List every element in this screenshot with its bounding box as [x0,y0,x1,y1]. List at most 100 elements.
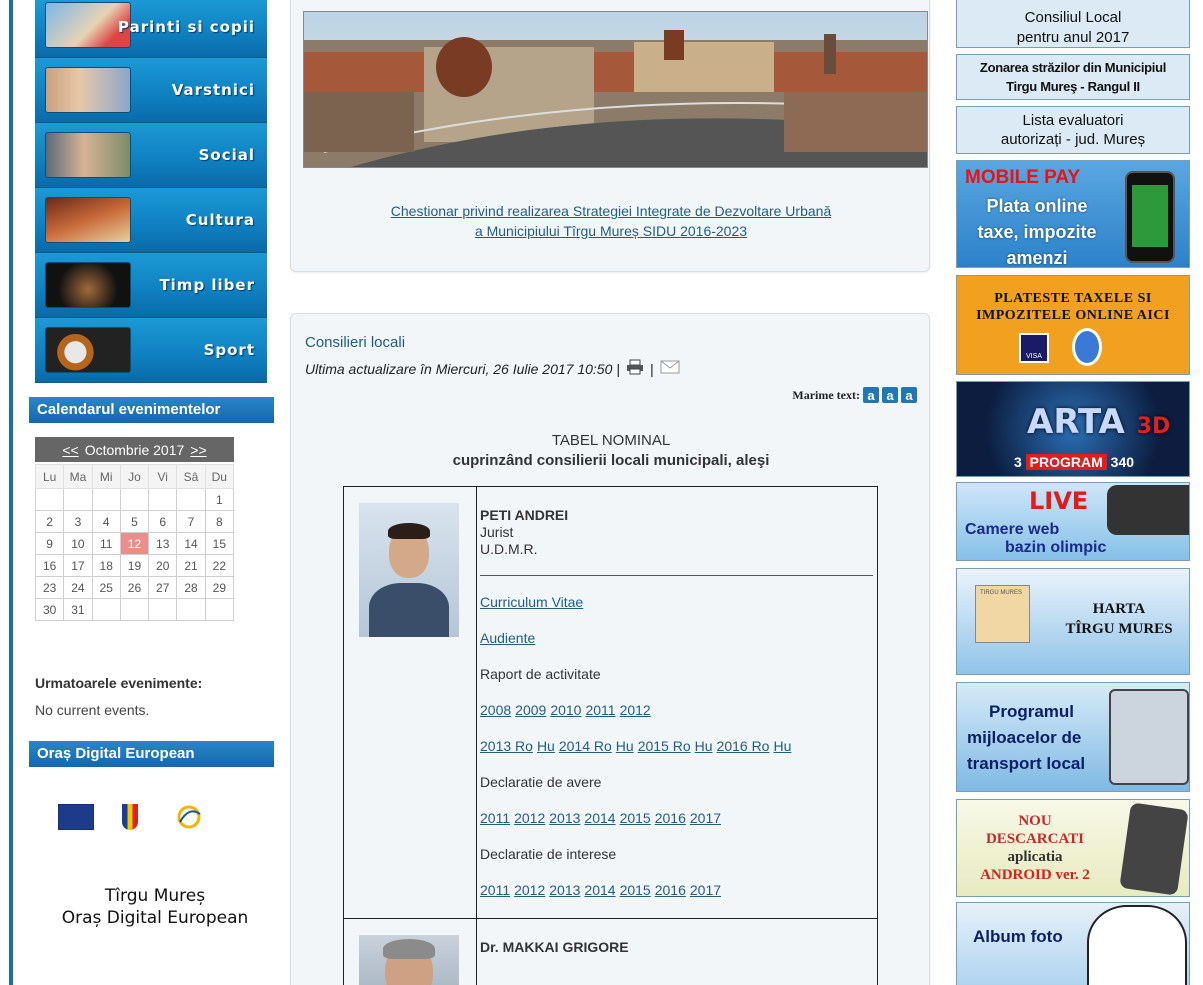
year-link[interactable]: 2014 Ro [559,738,612,754]
year-link[interactable]: 2013 [549,810,580,826]
year-link[interactable]: 2014 [584,882,615,898]
calendar-day-cell[interactable]: 10 [63,532,93,555]
year-link[interactable]: Hu [616,738,634,754]
print-icon[interactable] [626,359,644,378]
banner-harta[interactable]: TIRGU MURES HARTA TÎRGU MURES [956,568,1190,675]
banner-android-app[interactable]: NOU DESCARCATI aplicatia ANDROID ver. 2 [956,799,1190,897]
year-link[interactable]: 2011 [585,702,615,718]
year-link[interactable]: Hu [773,738,791,754]
calendar-day-cell[interactable]: 29 [204,576,235,599]
calendar-day-cell[interactable]: 24 [63,576,93,599]
banner-lista-evaluatori[interactable]: Lista evaluatori autorizați - jud. Mureș [956,106,1190,154]
menu-item-timp-liber[interactable]: Timp liber [35,253,267,318]
calendar-day-cell[interactable]: 14 [176,532,206,555]
menu-item-social[interactable]: Social [35,123,267,188]
calendar-day-cell[interactable]: 13 [148,532,178,555]
cv-link[interactable]: Curriculum Vitae [480,594,583,610]
raport-label: Raport de activitate [480,666,601,682]
banner-consiliu-local[interactable]: Consiliul Local pentru anul 2017 [956,0,1190,48]
calendar-day-cell[interactable]: 18 [91,554,121,577]
year-link[interactable]: Hu [537,738,555,754]
year-link[interactable]: 2016 [655,810,686,826]
calendar-day-cell[interactable]: 2 [34,510,65,533]
year-link[interactable]: 2017 [690,882,721,898]
year-link[interactable]: 2011 [480,882,510,898]
banner-live-camere-web[interactable]: LIVE Camere web bazin olimpic [956,482,1190,561]
year-link[interactable]: 2013 [549,882,580,898]
year-link[interactable]: Hu [695,738,713,754]
year-link[interactable]: 2015 [620,882,651,898]
calendar-day-cell[interactable]: 5 [119,510,150,533]
banner-zonarea-strazilor[interactable]: Zonarea străzilor din Municipiul Tirgu M… [956,54,1190,100]
year-link[interactable]: 2012 [514,810,545,826]
calendar-day-cell[interactable]: 26 [119,576,150,599]
banner-line: amenzi [1006,248,1068,268]
calendar-day-cell[interactable]: 9 [34,532,65,555]
bus-icon [1109,689,1189,785]
calendar-day-cell[interactable]: 20 [148,554,178,577]
calendar-day-cell[interactable]: 28 [176,576,206,599]
year-link[interactable]: 2012 [514,882,545,898]
year-link[interactable]: 2015 Ro [638,738,691,754]
article-title[interactable]: Consilieri locali [305,334,405,351]
questionnaire-link-line2[interactable]: a Municipiului Tîrgu Mureș SIDU 2016-202… [475,223,747,239]
menu-item-sport[interactable]: Sport [35,318,267,383]
calendar-day-cell[interactable]: 8 [204,510,235,533]
calendar-day-cell[interactable]: 22 [204,554,235,577]
calendar-day-cell[interactable]: 4 [91,510,121,533]
calendar-day-cell[interactable]: 15 [204,532,235,555]
text-size-decrease-button[interactable]: a [901,387,917,403]
banner-line: transport local [967,754,1086,773]
text-size-reset-button[interactable]: a [882,387,898,403]
calendar-day-cell[interactable]: 23 [34,576,65,599]
year-link[interactable]: 2010 [550,702,581,718]
menu-item-parinti-si-copii[interactable]: Parinti si copii [35,0,267,58]
digital-city-caption[interactable]: Tîrgu Mureș Oraș Digital European [35,885,275,929]
city-aerial-photo[interactable] [303,11,928,168]
calendar-prev-link[interactable]: << [62,442,78,458]
calendar-day-cell[interactable]: 30 [34,598,65,621]
calendar-day-cell[interactable]: 27 [148,576,178,599]
year-link[interactable]: 2011 [480,810,510,826]
calendar-day-cell[interactable]: 6 [148,510,178,533]
calendar-day-cell[interactable]: 17 [63,554,93,577]
calendar-day-cell[interactable]: 11 [91,532,121,555]
banner-text: Tirgu Mureş - Rangul II [1006,79,1140,94]
banner-line: 340 [1110,454,1135,470]
banner-plateste-taxele[interactable]: PLATESTE TAXELE SI IMPOZITELE ONLINE AIC… [956,275,1190,375]
leisure-photo-icon [45,262,131,308]
calendar-day-cell[interactable]: 31 [63,598,93,621]
menu-item-cultura[interactable]: Cultura [35,188,267,253]
menu-item-varstnici[interactable]: Varstnici [35,58,267,123]
banner-cinema-arta-3d[interactable]: ARTA 3D 3 PROGRAM 340 [956,381,1190,477]
year-link[interactable]: 2016 Ro [717,738,770,754]
calendar-day-cell[interactable]: 21 [176,554,206,577]
year-link[interactable]: 2013 Ro [480,738,533,754]
calendar-day-cell[interactable]: 3 [63,510,93,533]
calendar-next-link[interactable]: >> [190,442,206,458]
year-link[interactable]: 2012 [620,702,651,718]
year-link[interactable]: 2008 [480,702,511,718]
calendar-day-cell[interactable]: 7 [176,510,206,533]
calendar-day-cell[interactable]: 19 [119,554,150,577]
banner-text: Plata online taxe, impozite amenzi [967,193,1107,268]
questionnaire-link-line1[interactable]: Chestionar privind realizarea Strategiei… [391,203,831,219]
calendar-day-cell[interactable]: 12 [119,532,150,555]
banner-album-foto[interactable]: Album foto [956,902,1190,985]
photo-cell [343,486,477,919]
calendar-day-cell[interactable]: 16 [34,554,65,577]
audiente-link[interactable]: Audiente [480,630,535,646]
email-icon[interactable] [660,360,680,377]
year-link[interactable]: 2017 [690,810,721,826]
left-menu: Parinti si copii Varstnici Social Cultur… [35,0,267,383]
year-link[interactable]: 2016 [655,882,686,898]
text-size-increase-button[interactable]: a [863,387,879,403]
banner-transport-local[interactable]: Programul mijloacelor de transport local [956,682,1190,792]
banner-mobile-pay[interactable]: MOBILE PAY Plata online taxe, impozite a… [956,160,1190,268]
year-link[interactable]: 2015 [620,810,651,826]
calendar-day-cell[interactable]: 25 [91,576,121,599]
calendar-day-cell[interactable]: 1 [204,488,235,511]
year-link[interactable]: 2009 [515,702,546,718]
year-link[interactable]: 2014 [584,810,615,826]
news-box: Chestionar privind realizarea Strategiei… [290,0,930,272]
